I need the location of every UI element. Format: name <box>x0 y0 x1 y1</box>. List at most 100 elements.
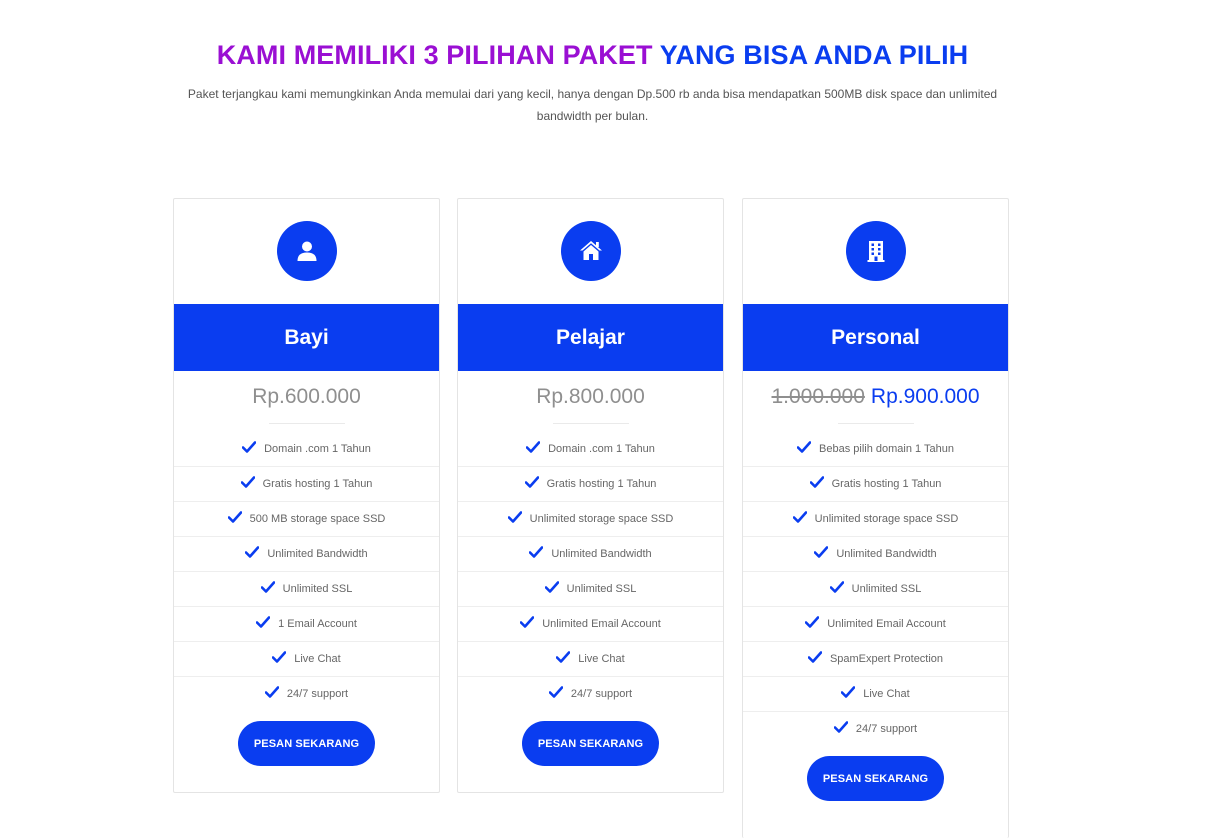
price-value: Rp.800.000 <box>536 385 645 408</box>
feature-text: Unlimited storage space SSD <box>529 513 674 525</box>
list-item: Bebas pilih domain 1 Tahun <box>743 432 1008 467</box>
plan-price: Rp.800.000 <box>458 371 723 423</box>
plan-icon-area <box>174 199 439 304</box>
feature-text: 24/7 support <box>570 688 633 700</box>
check-icon <box>814 546 829 558</box>
check-icon <box>544 581 559 593</box>
feature-text: SpamExpert Protection <box>829 653 944 665</box>
check-icon <box>807 651 822 663</box>
list-item: Gratis hosting 1 Tahun <box>743 467 1008 502</box>
list-item: Unlimited Bandwidth <box>458 537 723 572</box>
plan-icon-area <box>743 199 1008 304</box>
list-item: Unlimited storage space SSD <box>743 502 1008 537</box>
feature-list: Domain .com 1 Tahun Gratis hosting 1 Tah… <box>458 432 723 711</box>
check-icon <box>841 686 856 698</box>
list-item: 1 Email Account <box>174 607 439 642</box>
price-divider <box>268 423 345 424</box>
list-item: 24/7 support <box>458 677 723 711</box>
check-icon <box>524 476 539 488</box>
check-icon <box>809 476 824 488</box>
section-title-part2: YANG BISA ANDA PILIH <box>659 40 969 70</box>
section-title-part1: KAMI MEMILIKI 3 PILIHAN PAKET <box>216 40 653 70</box>
pricing-card-bayi: Bayi Rp.600.000 Domain .com 1 Tahun Grat… <box>173 198 440 793</box>
home-icon <box>560 221 621 281</box>
check-icon <box>797 441 812 453</box>
feature-text: 500 MB storage space SSD <box>249 513 386 525</box>
feature-text: Live Chat <box>294 653 341 665</box>
plan-name: Personal <box>743 304 1008 371</box>
list-item: Gratis hosting 1 Tahun <box>458 467 723 502</box>
check-icon <box>833 721 848 733</box>
feature-text: 24/7 support <box>286 688 349 700</box>
check-icon <box>260 581 275 593</box>
list-item: 24/7 support <box>174 677 439 711</box>
section-title: KAMI MEMILIKI 3 PILIHAN PAKET YANG BISA … <box>0 40 1185 71</box>
feature-text: Live Chat <box>863 688 910 700</box>
plan-price: 1.000.000 Rp.900.000 <box>743 371 1008 423</box>
feature-text: Unlimited SSL <box>282 583 353 595</box>
check-icon <box>507 511 522 523</box>
feature-list: Domain .com 1 Tahun Gratis hosting 1 Tah… <box>174 432 439 711</box>
plan-icon-area <box>458 199 723 304</box>
user-icon <box>276 221 337 281</box>
price-divider <box>837 423 914 424</box>
feature-text: 1 Email Account <box>278 618 357 630</box>
plan-name: Pelajar <box>458 304 723 371</box>
check-icon <box>264 686 279 698</box>
plan-name: Bayi <box>174 304 439 371</box>
order-button[interactable]: PESAN SEKARANG <box>522 721 659 766</box>
list-item: Gratis hosting 1 Tahun <box>174 467 439 502</box>
price-original: 1.000.000 <box>771 385 865 408</box>
feature-text: Live Chat <box>578 653 625 665</box>
list-item: Unlimited Bandwidth <box>743 537 1008 572</box>
section-subtitle: Paket terjangkau kami memungkinkan Anda … <box>187 87 998 123</box>
check-icon <box>526 441 541 453</box>
feature-text: Unlimited SSL <box>851 583 922 595</box>
list-item: Unlimited SSL <box>174 572 439 607</box>
check-icon <box>556 651 571 663</box>
feature-list: Bebas pilih domain 1 Tahun Gratis hostin… <box>743 432 1008 746</box>
check-icon <box>242 441 257 453</box>
check-icon <box>245 546 260 558</box>
list-item: Unlimited Email Account <box>743 607 1008 642</box>
check-icon <box>805 616 820 628</box>
price-value: Rp.600.000 <box>252 385 361 408</box>
pricing-card-personal: Personal 1.000.000 Rp.900.000 Bebas pili… <box>742 198 1009 838</box>
list-item: Live Chat <box>174 642 439 677</box>
feature-text: Bebas pilih domain 1 Tahun <box>819 443 954 455</box>
feature-text: 24/7 support <box>855 723 918 735</box>
feature-text: Unlimited Bandwidth <box>267 548 368 560</box>
check-icon <box>829 581 844 593</box>
check-icon <box>529 546 544 558</box>
price-value: Rp.900.000 <box>870 385 980 408</box>
feature-text: Unlimited Bandwidth <box>551 548 652 560</box>
check-icon <box>227 511 242 523</box>
feature-text: Gratis hosting 1 Tahun <box>262 478 373 490</box>
list-item: 500 MB storage space SSD <box>174 502 439 537</box>
list-item: Unlimited Bandwidth <box>174 537 439 572</box>
feature-text: Unlimited Bandwidth <box>836 548 937 560</box>
check-icon <box>792 511 807 523</box>
building-icon <box>845 221 906 281</box>
order-button[interactable]: PESAN SEKARANG <box>807 756 944 801</box>
plan-price: Rp.600.000 <box>174 371 439 423</box>
list-item: Live Chat <box>458 642 723 677</box>
feature-text: Unlimited Email Account <box>542 618 661 630</box>
feature-text: Unlimited SSL <box>566 583 637 595</box>
list-item: Unlimited SSL <box>458 572 723 607</box>
list-item: 24/7 support <box>743 712 1008 746</box>
check-icon <box>240 476 255 488</box>
list-item: Unlimited storage space SSD <box>458 502 723 537</box>
list-item: SpamExpert Protection <box>743 642 1008 677</box>
check-icon <box>272 651 287 663</box>
list-item: Live Chat <box>743 677 1008 712</box>
list-item: Domain .com 1 Tahun <box>458 432 723 467</box>
feature-text: Gratis hosting 1 Tahun <box>831 478 942 490</box>
check-icon <box>548 686 563 698</box>
pricing-card-pelajar: Pelajar Rp.800.000 Domain .com 1 Tahun G… <box>457 198 724 793</box>
list-item: Unlimited SSL <box>743 572 1008 607</box>
feature-text: Domain .com 1 Tahun <box>264 443 371 455</box>
order-button[interactable]: PESAN SEKARANG <box>238 721 375 766</box>
feature-text: Domain .com 1 Tahun <box>548 443 655 455</box>
feature-text: Unlimited Email Account <box>827 618 946 630</box>
